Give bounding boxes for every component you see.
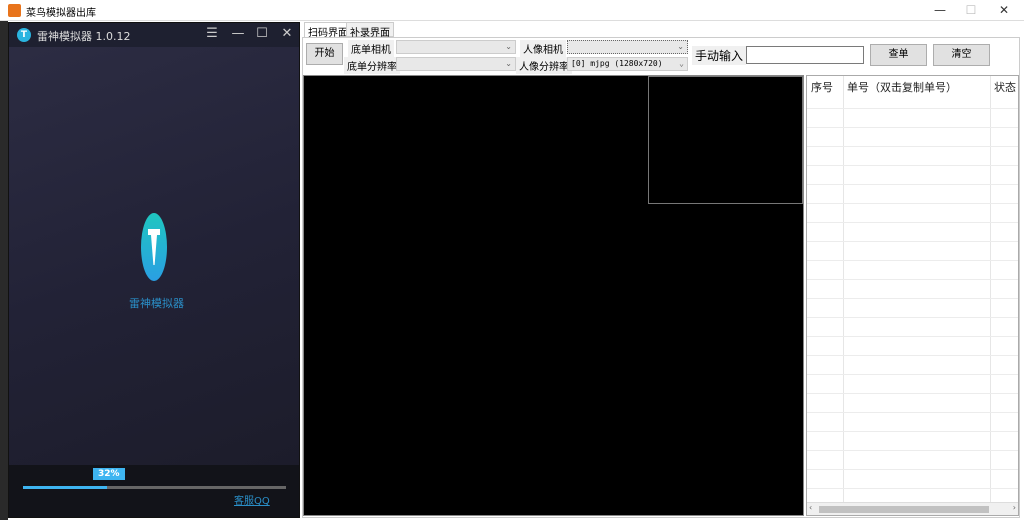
emulator-title: 雷神模拟器 1.0.12 — [37, 30, 131, 43]
emulator-titlebar: T 雷神模拟器 1.0.12 ☰ — ☐ ✕ — [9, 23, 299, 47]
chevron-down-icon: ⌄ — [505, 42, 512, 51]
row-divider — [807, 260, 1018, 261]
row-divider — [807, 108, 1018, 109]
row-divider — [807, 450, 1018, 451]
face-resolution-value: [0] mjpg (1280x720) — [571, 59, 663, 68]
row-divider — [807, 165, 1018, 166]
scrollbar-thumb[interactable] — [819, 506, 989, 513]
orders-table[interactable]: 序号 单号（双击复制单号） 状态 ‹ › — [806, 75, 1019, 516]
close-button[interactable]: ✕ — [990, 2, 1018, 19]
row-divider — [807, 412, 1018, 413]
column-header-index[interactable]: 序号 — [811, 79, 833, 95]
chevron-down-icon: ⌄ — [505, 59, 512, 68]
row-divider — [807, 431, 1018, 432]
base-camera-select[interactable]: ⌄ — [396, 40, 516, 54]
chevron-down-icon: ⌄ — [677, 42, 684, 51]
scroll-right-icon[interactable]: › — [1013, 503, 1016, 512]
row-divider — [807, 355, 1018, 356]
emulator-minimize-button[interactable]: — — [228, 26, 248, 41]
row-divider — [807, 336, 1018, 337]
face-resolution-label: 人像分辨率 — [516, 57, 572, 74]
base-resolution-select[interactable]: ⌄ — [396, 57, 516, 71]
face-camera-select[interactable]: ⌄ — [567, 40, 688, 54]
window-titlebar: 菜鸟模拟器出库 — ☐ ✕ — [0, 0, 1024, 21]
query-button[interactable]: 查单 — [870, 44, 927, 66]
row-divider — [807, 146, 1018, 147]
base-camera-label: 底单相机 — [348, 40, 394, 57]
face-resolution-select[interactable]: [0] mjpg (1280x720) ⌄ — [567, 57, 688, 71]
emulator-maximize-button[interactable]: ☐ — [252, 26, 272, 41]
manual-input[interactable] — [746, 46, 864, 64]
maximize-button[interactable]: ☐ — [957, 2, 985, 19]
column-header-order[interactable]: 单号（双击复制单号） — [847, 79, 957, 95]
start-button[interactable]: 开始 — [306, 43, 343, 65]
loading-area: 32% 客服QQ — [9, 465, 299, 517]
desktop-strip — [0, 0, 8, 520]
row-divider — [807, 279, 1018, 280]
base-camera-view — [303, 75, 804, 516]
progress-fill — [23, 486, 108, 489]
scroll-left-icon[interactable]: ‹ — [809, 503, 812, 512]
row-divider — [807, 469, 1018, 470]
window-title: 菜鸟模拟器出库 — [26, 8, 96, 19]
progress-bar — [23, 486, 286, 489]
base-resolution-label: 底单分辨率 — [344, 57, 400, 74]
row-divider — [807, 127, 1018, 128]
row-divider — [807, 184, 1018, 185]
row-divider — [807, 298, 1018, 299]
face-camera-preview — [648, 76, 803, 204]
column-header-status[interactable]: 状态 — [994, 79, 1016, 95]
emulator-window: T 雷神模拟器 1.0.12 ☰ — ☐ ✕ 雷神模拟器 32% 客服QQ — [8, 22, 300, 518]
emulator-close-button[interactable]: ✕ — [277, 26, 297, 41]
row-divider — [807, 317, 1018, 318]
face-camera-label: 人像相机 — [520, 40, 566, 57]
app-icon — [8, 4, 21, 17]
chevron-down-icon: ⌄ — [679, 59, 684, 68]
emulator-logo-icon: T — [17, 28, 31, 42]
row-divider — [807, 203, 1018, 204]
menu-icon[interactable]: ☰ — [202, 26, 222, 41]
manual-input-label: 手动输入 — [692, 46, 747, 65]
row-divider — [807, 393, 1018, 394]
row-divider — [807, 374, 1018, 375]
support-qq-link[interactable]: 客服QQ — [234, 492, 270, 507]
emulator-splash-name: 雷神模拟器 — [129, 297, 184, 310]
tab-supplement[interactable]: 补录界面 — [346, 22, 394, 39]
emulator-splash-logo-icon — [141, 213, 167, 281]
row-divider — [807, 488, 1018, 489]
horizontal-scrollbar[interactable]: ‹ › — [807, 502, 1018, 515]
row-divider — [807, 241, 1018, 242]
tab-scan[interactable]: 扫码界面 — [304, 22, 352, 39]
progress-label: 32% — [93, 468, 125, 480]
row-divider — [807, 222, 1018, 223]
minimize-button[interactable]: — — [926, 2, 954, 19]
clear-button[interactable]: 清空 — [933, 44, 990, 66]
